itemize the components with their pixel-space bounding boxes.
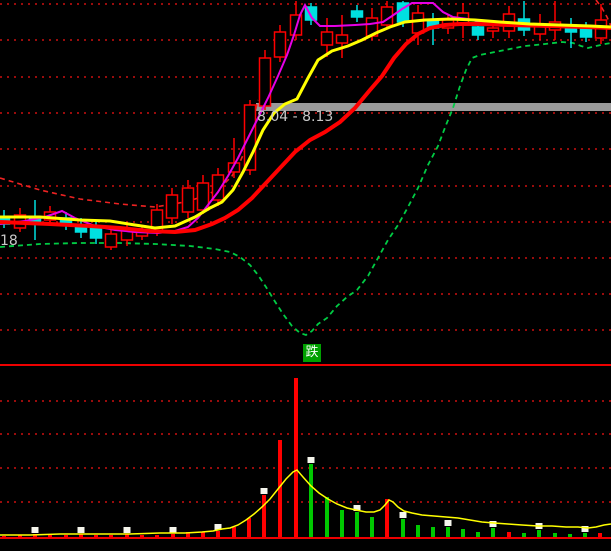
candlestick-volume-chart[interactable] bbox=[0, 0, 611, 551]
stock-chart-screen: 8.04 - 8.13 18 跌 bbox=[0, 0, 611, 551]
left-price-label: 18 bbox=[0, 233, 18, 249]
signal-badge-die: 跌 bbox=[303, 344, 321, 362]
price-range-label: 8.04 - 8.13 bbox=[257, 109, 333, 125]
